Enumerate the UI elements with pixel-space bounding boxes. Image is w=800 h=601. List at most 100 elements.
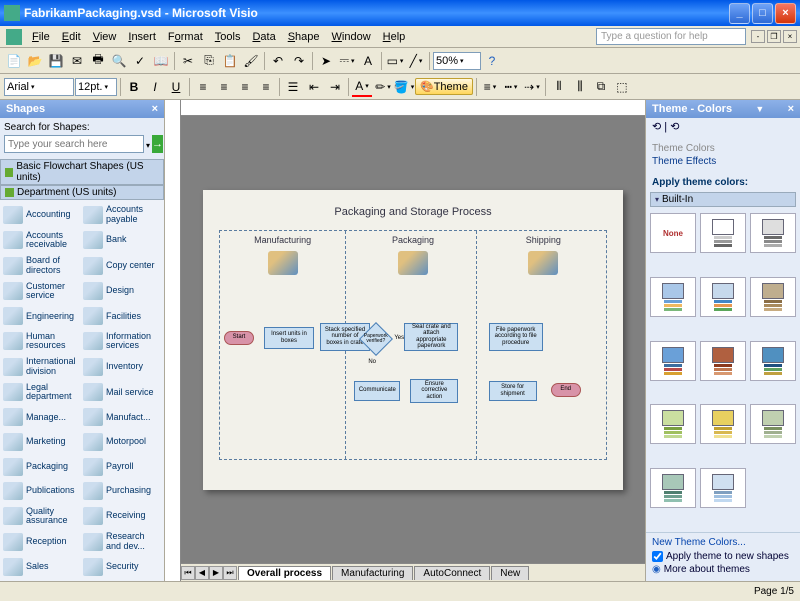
align-right-button[interactable]: ≡ [235,77,255,97]
shape-item[interactable]: Receiving [82,503,162,528]
line-ends-button[interactable]: ⇢ [522,77,542,97]
shape-item[interactable]: Design [82,278,162,303]
shape-item[interactable]: Copy center [82,253,162,278]
shape-item[interactable]: Reception [2,529,82,554]
theme-swatch[interactable] [700,341,746,381]
theme-swatch[interactable] [700,468,746,508]
indent-inc-button[interactable]: ⇥ [325,77,345,97]
menu-shape[interactable]: Shape [282,29,326,45]
new-button[interactable]: 📄 [4,51,24,71]
shape-item[interactable]: Manufact... [82,405,162,430]
maximize-button[interactable]: □ [752,3,773,24]
zoom-select[interactable]: 50% [433,52,481,70]
shape-item[interactable]: Purchasing [82,479,162,504]
theme-button[interactable]: 🎨 Theme [415,78,473,95]
shapes-close-icon[interactable]: × [152,103,158,115]
help-search-input[interactable]: Type a question for help [596,28,746,45]
ruler-horizontal[interactable] [181,100,645,116]
node-end[interactable]: End [551,383,581,397]
theme-swatch[interactable] [750,404,796,444]
shape-item[interactable]: Human resources [2,329,82,354]
line-button[interactable]: ╱ [406,51,426,71]
node-store[interactable]: Store for shipment [489,381,537,401]
align-justify-button[interactable]: ≡ [256,77,276,97]
node-insert[interactable]: Insert units in boxes [264,327,314,349]
search-dropdown-icon[interactable]: ▾ [146,135,150,155]
save-button[interactable]: 💾 [46,51,66,71]
theme-swatch[interactable] [650,468,696,508]
close-button[interactable]: × [775,3,796,24]
minimize-button[interactable]: _ [729,3,750,24]
shape-item[interactable]: Sales [2,554,82,579]
mdi-restore[interactable]: ❐ [767,30,781,43]
shape-item[interactable]: Accounting [2,202,82,227]
undo-button[interactable]: ↶ [268,51,288,71]
pointer-button[interactable]: ➤ [316,51,336,71]
shape-item[interactable]: Accounts payable [82,202,162,227]
theme-dropdown-icon[interactable]: ▼ [755,104,764,114]
shape-item[interactable]: International division [2,354,82,379]
align-left-button[interactable]: ≡ [193,77,213,97]
search-go-button[interactable]: → [152,135,163,153]
node-start[interactable]: Start [224,331,254,345]
preview-button[interactable]: 🔍 [109,51,129,71]
theme-swatch[interactable] [750,341,796,381]
drawing-area[interactable]: Packaging and Storage Process Manufactur… [181,116,645,563]
font-name-select[interactable]: Arial [4,78,74,96]
spell-button[interactable]: ✓ [130,51,150,71]
mdi-minimize[interactable]: - [751,30,765,43]
menu-edit[interactable]: Edit [56,29,87,45]
shape-item[interactable]: Information services [82,329,162,354]
theme-close-icon[interactable]: × [788,103,794,115]
research-button[interactable]: 📖 [151,51,171,71]
line-pattern-button[interactable]: ┅ [501,77,521,97]
shape-item[interactable]: Payroll [82,454,162,479]
node-paperwork[interactable]: Paperwork verified? [359,322,393,356]
shape-item[interactable]: Legal department [2,380,82,405]
tab-autoconnect[interactable]: AutoConnect [414,566,490,580]
menu-view[interactable]: View [87,29,123,45]
shape-item[interactable]: Quality assurance [2,503,82,528]
shape-item[interactable]: Accounts receivable [2,227,82,252]
shape-item[interactable]: Inventory [82,354,162,379]
link-theme-effects[interactable]: Theme Effects [652,156,794,167]
tab-last[interactable]: ⏭ [223,566,237,580]
italic-button[interactable]: I [145,77,165,97]
link-theme-colors[interactable]: Theme Colors [652,143,794,154]
shape-item[interactable]: Facilities [82,304,162,329]
menu-help[interactable]: Help [377,29,412,45]
stencil-basic[interactable]: Basic Flowchart Shapes (US units) [0,159,164,185]
shape-item[interactable]: Publications [2,479,82,504]
tab-first[interactable]: ⏮ [181,566,195,580]
tab-overall[interactable]: Overall process [238,566,331,580]
underline-button[interactable]: U [166,77,186,97]
distribute-button[interactable]: ⫼ [570,77,590,97]
rectangle-button[interactable]: ▭ [385,51,405,71]
line-weight-button[interactable]: ≡ [480,77,500,97]
paste-button[interactable]: 📋 [220,51,240,71]
format-painter-button[interactable]: 🖌 [241,51,261,71]
theme-swatch[interactable] [650,277,696,317]
shape-item[interactable]: Marketing [2,430,82,455]
menu-file[interactable]: File [26,29,56,45]
bullets-button[interactable]: ☰ [283,77,303,97]
shape-item[interactable]: Packaging [2,454,82,479]
category-builtin[interactable]: Built-In [650,192,796,207]
new-theme-link[interactable]: New Theme Colors... [652,537,794,548]
tab-new[interactable]: New [491,566,529,580]
font-size-select[interactable]: 12pt. [75,78,117,96]
text-button[interactable]: A [358,51,378,71]
cut-button[interactable]: ✂ [178,51,198,71]
align-center-button[interactable]: ≡ [214,77,234,97]
tab-next[interactable]: ▶ [209,566,223,580]
shape-item[interactable]: Mail service [82,380,162,405]
copy-button[interactable]: ⎘ [199,51,219,71]
stencil-department[interactable]: Department (US units) [0,185,164,200]
theme-swatch[interactable] [750,277,796,317]
theme-swatch[interactable] [650,341,696,381]
ruler-vertical[interactable] [165,100,181,581]
node-seal[interactable]: Seal crate and attach appropriate paperw… [404,323,458,351]
theme-swatch[interactable] [700,213,746,253]
theme-swatch[interactable] [650,404,696,444]
menu-insert[interactable]: Insert [122,29,162,45]
